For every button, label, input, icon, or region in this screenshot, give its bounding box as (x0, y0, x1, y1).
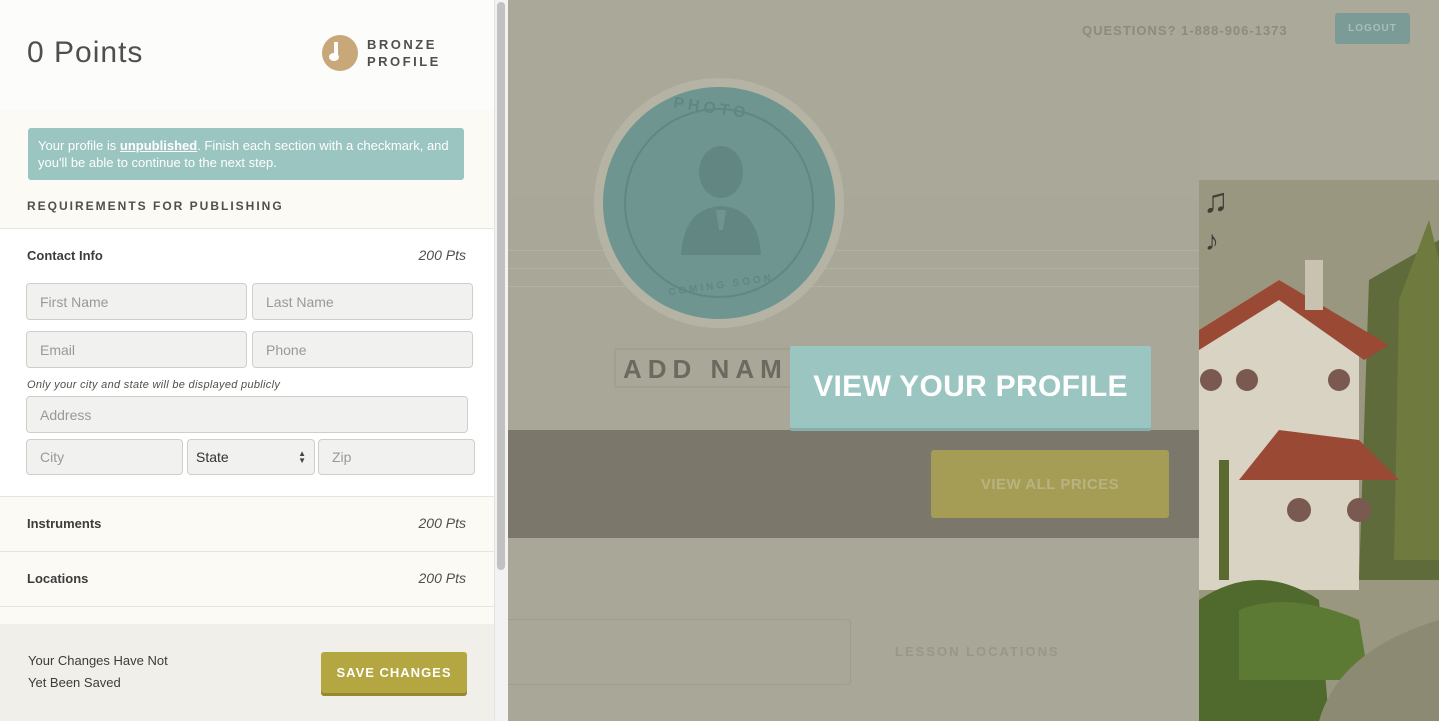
house-icon (1199, 180, 1439, 721)
select-arrows-icon: ▲ ▼ (298, 449, 306, 465)
city-field[interactable] (26, 439, 183, 475)
instruments-label[interactable]: Instruments (27, 516, 101, 531)
locations-points: 200 Pts (418, 570, 466, 586)
state-select[interactable]: State ▲ ▼ (187, 439, 315, 475)
logout-button[interactable]: LOGOUT (1335, 13, 1410, 44)
music-notes-icon: ♫ (1203, 182, 1229, 220)
unsaved-status: Your Changes Have Not Yet Been Saved (28, 650, 168, 694)
profile-level-badge: BRONZE PROFILE (367, 36, 441, 70)
unsaved-status-line2: Yet Been Saved (28, 675, 121, 690)
badge-type: PROFILE (367, 54, 441, 69)
email-field[interactable] (26, 331, 247, 368)
person-icon (681, 146, 761, 255)
scrollbar-thumb[interactable] (497, 2, 505, 570)
points-total: 0 Points (27, 36, 144, 69)
notice-prefix: Your profile is (38, 138, 120, 153)
contact-info-points: 200 Pts (418, 247, 466, 263)
zip-field[interactable] (318, 439, 475, 475)
divider (0, 551, 494, 552)
divider (508, 286, 1199, 287)
unsaved-status-line1: Your Changes Have Not (28, 653, 168, 668)
locations-label[interactable]: Locations (27, 571, 88, 586)
publish-status-notice: Your profile is unpublished. Finish each… (28, 128, 464, 180)
lesson-locations-heading: LESSON LOCATIONS (895, 644, 1060, 659)
phone-field[interactable] (252, 331, 473, 368)
house-illustration (1199, 180, 1439, 721)
content-box (508, 619, 851, 685)
profile-editor-panel: 0 Points BRONZE PROFILE Your profile is … (0, 0, 496, 721)
music-note-icon-head (329, 53, 339, 61)
address-field[interactable] (26, 396, 468, 433)
contact-info-label[interactable]: Contact Info (27, 248, 103, 263)
last-name-field[interactable] (252, 283, 473, 320)
view-your-profile-button[interactable]: VIEW YOUR PROFILE (790, 346, 1151, 428)
questions-phone: QUESTIONS? 1-888-906-1373 (1082, 23, 1288, 38)
music-note-icon (322, 35, 358, 71)
photo-ring (624, 108, 814, 298)
divider (0, 606, 494, 607)
privacy-hint: Only your city and state will be display… (27, 379, 281, 391)
badge-level: BRONZE (367, 37, 437, 52)
music-note-icon: ♪ (1205, 225, 1219, 256)
save-changes-button[interactable]: SAVE CHANGES (321, 652, 467, 693)
publish-status-link[interactable]: unpublished (120, 138, 197, 153)
instruments-points: 200 Pts (418, 515, 466, 531)
add-name-label: ADD NAM (623, 354, 788, 384)
first-name-field[interactable] (26, 283, 247, 320)
view-all-prices-button[interactable]: VIEW ALL PRICES (931, 450, 1169, 518)
requirements-heading: REQUIREMENTS FOR PUBLISHING (27, 199, 284, 213)
state-select-value: State (196, 449, 229, 465)
divider (0, 496, 494, 497)
